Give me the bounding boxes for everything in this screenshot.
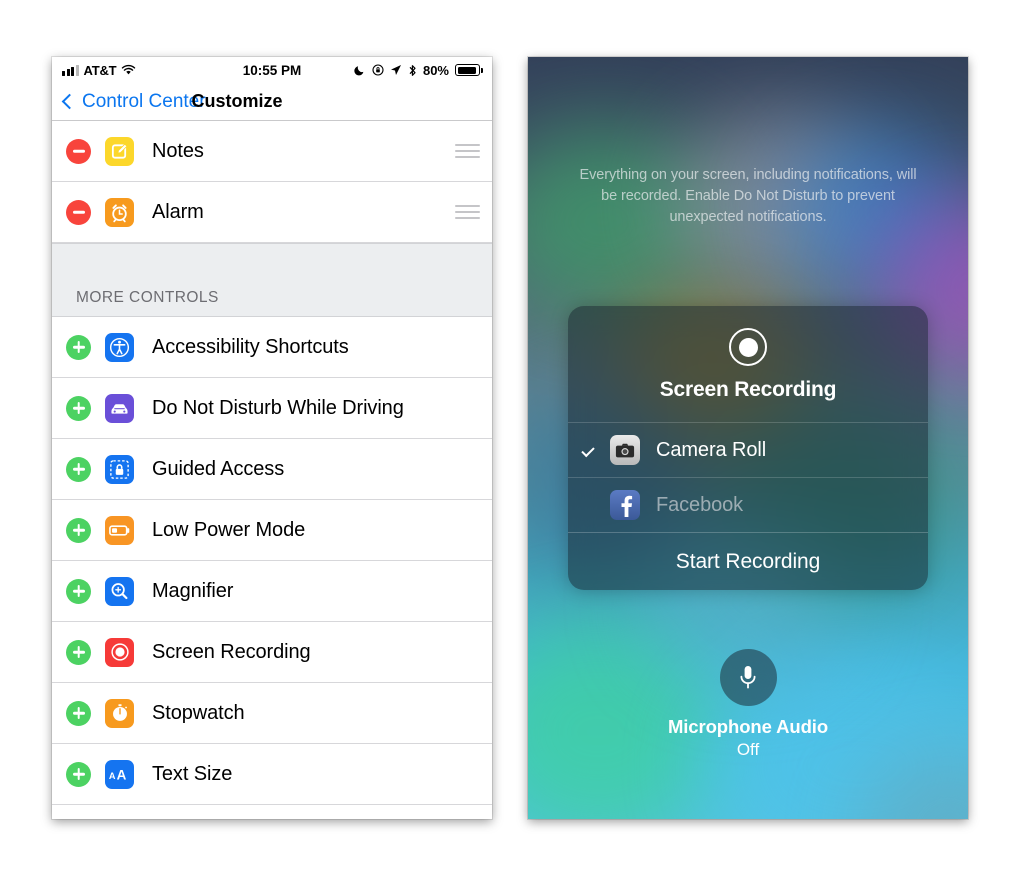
battery-low-icon (105, 515, 134, 545)
microphone-audio-control: Microphone Audio Off (528, 649, 968, 760)
add-control-button[interactable] (66, 517, 91, 543)
checkmark-icon (581, 443, 608, 457)
stopwatch-icon (105, 698, 134, 728)
table-row[interactable]: A A Text Size (52, 744, 492, 805)
cellular-bars-icon (62, 64, 79, 76)
included-controls-list: Notes Alarm (52, 121, 492, 243)
add-control-button[interactable] (66, 700, 91, 726)
record-icon (105, 637, 134, 667)
remove-control-button[interactable] (66, 138, 91, 164)
table-row[interactable]: Screen Recording (52, 622, 492, 683)
control-label: Notes (152, 139, 204, 162)
right-phone-screen: Everything on your screen, including not… (528, 57, 968, 819)
battery-icon (455, 64, 483, 76)
facebook-icon (610, 490, 640, 520)
section-header-label: MORE CONTROLS (76, 289, 219, 306)
rotation-lock-icon (372, 64, 384, 76)
navigation-bar: Control Center Customize (52, 83, 492, 121)
control-label: Text Size (152, 762, 233, 785)
svg-text:A: A (117, 767, 127, 782)
more-controls-section-header: MORE CONTROLS (52, 243, 492, 317)
status-bar: AT&T 10:55 PM 80% (52, 57, 492, 83)
record-circle-icon (729, 328, 767, 366)
car-icon (105, 393, 134, 423)
camera-icon (610, 435, 640, 465)
back-button-label: Control Center (82, 90, 206, 112)
back-button-control-center[interactable]: Control Center (61, 90, 206, 113)
control-label: Alarm (152, 200, 204, 223)
microphone-audio-state: Off (736, 740, 760, 759)
table-row[interactable]: Stopwatch (52, 683, 492, 744)
carrier-label: AT&T (83, 62, 117, 78)
control-label: Stopwatch (152, 701, 245, 724)
control-label: Screen Recording (152, 640, 311, 663)
notes-icon (105, 136, 134, 166)
reorder-handle-icon[interactable] (455, 143, 480, 159)
screen-recording-sheet: Screen Recording Camera Roll Facebook St… (568, 306, 928, 590)
svg-text:A: A (109, 771, 116, 781)
remove-control-button[interactable] (66, 199, 91, 225)
left-phone-screen: AT&T 10:55 PM 80% Control Center Customi… (52, 57, 492, 819)
more-controls-list: Accessibility Shortcuts Do Not Disturb W… (52, 317, 492, 805)
sheet-header: Screen Recording (568, 306, 928, 422)
status-bar-right: 80% (354, 62, 483, 78)
table-row[interactable]: Alarm (52, 182, 492, 243)
destination-label: Camera Roll (656, 438, 767, 461)
add-control-button[interactable] (66, 639, 91, 665)
table-row[interactable]: Do Not Disturb While Driving (52, 378, 492, 439)
lock-dashed-icon (105, 454, 134, 484)
destination-option-facebook[interactable]: Facebook (568, 477, 928, 532)
text-size-icon: A A (105, 759, 134, 789)
control-label: Low Power Mode (152, 518, 306, 541)
start-recording-button[interactable]: Start Recording (568, 532, 928, 590)
moon-icon (354, 66, 364, 76)
destination-label: Facebook (656, 493, 744, 516)
table-row[interactable]: Notes (52, 121, 492, 182)
table-row[interactable]: Magnifier (52, 561, 492, 622)
add-control-button[interactable] (66, 334, 91, 360)
screenshot-canvas: AT&T 10:55 PM 80% Control Center Customi… (0, 0, 1024, 881)
wifi-icon (122, 64, 136, 75)
location-arrow-icon (390, 65, 401, 75)
control-label: Do Not Disturb While Driving (152, 396, 404, 419)
battery-percent-label: 80% (422, 62, 449, 78)
microphone-audio-label: Microphone Audio (667, 716, 829, 737)
control-label: Magnifier (152, 579, 234, 602)
add-control-button[interactable] (66, 578, 91, 604)
microphone-icon[interactable] (719, 649, 777, 706)
sheet-title: Screen Recording (659, 378, 837, 401)
alarm-clock-icon (105, 197, 134, 227)
destination-option-camera-roll[interactable]: Camera Roll (568, 422, 928, 477)
control-label: Guided Access (152, 457, 285, 480)
recording-disclaimer-text: Everything on your screen, including not… (579, 167, 917, 226)
add-control-button[interactable] (66, 395, 91, 421)
bluetooth-icon (409, 64, 416, 76)
magnifier-icon (105, 576, 134, 606)
reorder-handle-icon[interactable] (455, 204, 480, 220)
chevron-left-icon (61, 93, 78, 110)
accessibility-icon (105, 332, 134, 362)
table-row[interactable]: Guided Access (52, 439, 492, 500)
add-control-button[interactable] (66, 761, 91, 787)
table-row[interactable]: Accessibility Shortcuts (52, 317, 492, 378)
control-label: Accessibility Shortcuts (152, 335, 349, 358)
add-control-button[interactable] (66, 456, 91, 482)
status-bar-left: AT&T (62, 63, 136, 78)
table-row[interactable]: Low Power Mode (52, 500, 492, 561)
